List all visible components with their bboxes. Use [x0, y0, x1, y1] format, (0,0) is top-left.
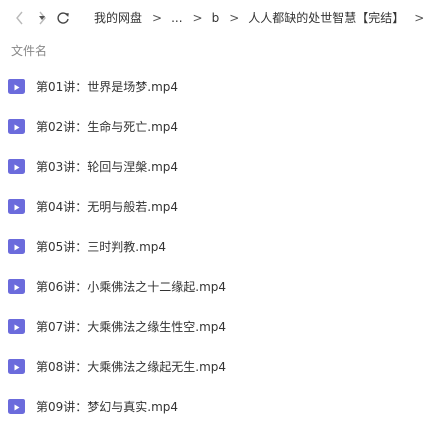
file-row[interactable]: 第09讲：梦幻与真实.mp4 — [0, 386, 425, 426]
breadcrumb-item-ellipsis[interactable]: ... — [171, 11, 182, 25]
file-list: 第01讲：世界是场梦.mp4 第02讲：生命与死亡.mp4 第03讲：轮回与涅槃.m… — [0, 66, 425, 426]
file-row[interactable]: 第07讲：大乘佛法之缘生性空.mp4 — [0, 306, 425, 346]
video-file-icon — [8, 398, 25, 414]
back-button[interactable] — [13, 8, 27, 28]
file-row[interactable]: 第03讲：轮回与涅槃.mp4 — [0, 146, 425, 186]
video-file-icon — [8, 78, 25, 94]
file-row[interactable]: 第01讲：世界是场梦.mp4 — [0, 66, 425, 106]
video-file-icon — [8, 158, 25, 174]
caret-down-icon — [39, 16, 45, 20]
refresh-button[interactable] — [55, 8, 71, 28]
file-row[interactable]: 第04讲：无明与般若.mp4 — [0, 186, 425, 226]
toolbar: 我的网盘 > ... > b > 人人都缺的处世智慧【完结】 > — [0, 0, 425, 34]
history-dropdown-button[interactable] — [38, 8, 46, 28]
breadcrumb-item-current-folder[interactable]: 人人都缺的处世智慧【完结】 — [248, 9, 404, 26]
breadcrumb-separator-icon: > — [229, 10, 240, 25]
video-file-icon — [8, 198, 25, 214]
file-name: 第07讲：大乘佛法之缘生性空.mp4 — [36, 319, 227, 334]
file-row[interactable]: 第08讲：大乘佛法之缘起无生.mp4 — [0, 346, 425, 386]
breadcrumb-separator-icon: > — [152, 10, 163, 25]
file-name: 第02讲：生命与死亡.mp4 — [36, 119, 179, 134]
breadcrumb-separator-icon: > — [192, 10, 203, 25]
video-file-icon — [8, 238, 25, 254]
refresh-icon — [57, 12, 69, 24]
breadcrumb-item-my-drive[interactable]: 我的网盘 — [94, 9, 142, 26]
chevron-left-icon — [16, 11, 23, 25]
file-name: 第04讲：无明与般若.mp4 — [36, 199, 179, 214]
file-name: 第03讲：轮回与涅槃.mp4 — [36, 159, 179, 174]
file-name: 第08讲：大乘佛法之缘起无生.mp4 — [36, 359, 227, 374]
breadcrumb-separator-icon[interactable]: > — [414, 11, 424, 25]
file-name: 第09讲：梦幻与真实.mp4 — [36, 399, 179, 414]
file-name: 第01讲：世界是场梦.mp4 — [36, 79, 179, 94]
file-row[interactable]: 第02讲：生命与死亡.mp4 — [0, 106, 425, 146]
breadcrumb-item-b[interactable]: b — [212, 11, 220, 25]
video-file-icon — [8, 318, 25, 334]
file-row[interactable]: 第06讲：小乘佛法之十二缘起.mp4 — [0, 266, 425, 306]
video-file-icon — [8, 278, 25, 294]
breadcrumb: 我的网盘 > ... > b > 人人都缺的处世智慧【完结】 > — [94, 9, 425, 26]
file-name: 第05讲：三时判教.mp4 — [36, 239, 167, 254]
file-row[interactable]: 第05讲：三时判教.mp4 — [0, 226, 425, 266]
video-file-icon — [8, 118, 25, 134]
video-file-icon — [8, 358, 25, 374]
column-header-filename[interactable]: 文件名 — [11, 42, 47, 59]
file-name: 第06讲：小乘佛法之十二缘起.mp4 — [36, 279, 227, 294]
